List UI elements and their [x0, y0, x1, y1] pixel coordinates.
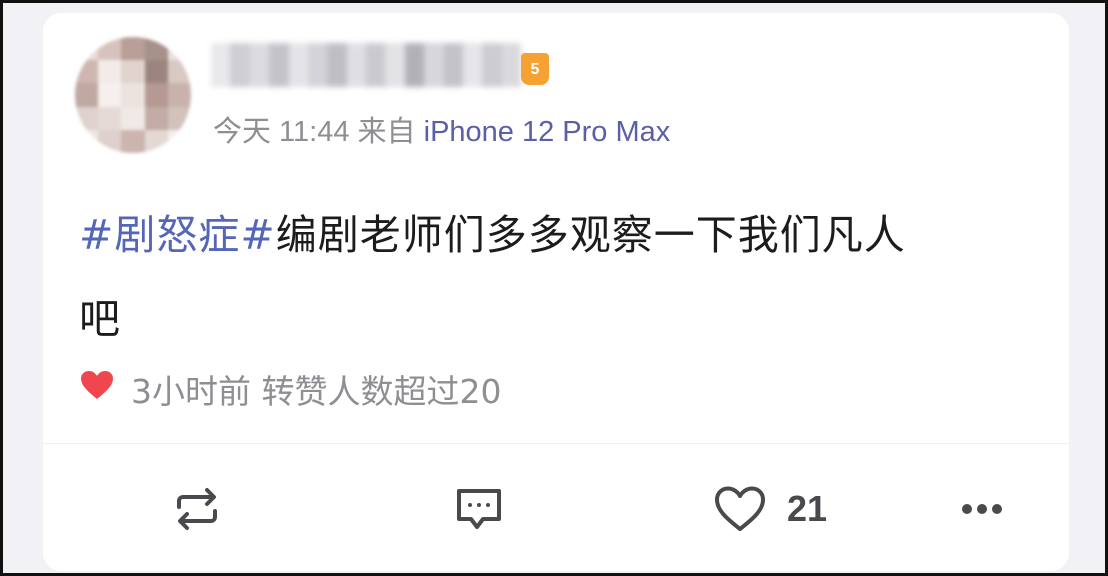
vip-badge: 5 [521, 53, 549, 85]
avatar-pixel [98, 83, 122, 107]
avatar-pixel [144, 83, 168, 107]
name-pixel [366, 43, 386, 87]
avatar-pixel [98, 37, 122, 61]
like-button[interactable]: 21 [713, 481, 827, 537]
name-pixel [269, 43, 289, 87]
author-name-obscured[interactable] [211, 43, 521, 87]
name-pixel [288, 43, 308, 87]
more-button[interactable] [961, 481, 1003, 537]
name-pixel [307, 43, 328, 87]
avatar-pixel [121, 83, 145, 107]
avatar-pixel [121, 60, 145, 84]
source-prefix: 来自 [357, 116, 416, 148]
avatar-pixel [98, 60, 122, 84]
more-icon [961, 503, 1003, 515]
avatar-pixel [98, 129, 122, 153]
name-pixel [501, 43, 521, 87]
repost-button[interactable] [173, 481, 221, 537]
avatar-pixel [75, 83, 99, 107]
avatar-pixel [75, 129, 99, 153]
name-pixel [482, 43, 502, 87]
heart-icon [79, 369, 115, 409]
post-content-line2: 吧 [79, 295, 121, 343]
name-pixel [230, 43, 250, 87]
name-pixel [327, 43, 347, 87]
avatar-pixel [144, 37, 168, 61]
avatar-pixel [167, 83, 191, 107]
name-pixel [462, 43, 483, 87]
avatar-pixel [167, 60, 191, 84]
name-pixel [211, 43, 231, 87]
avatar-pixel [98, 106, 122, 130]
post-card[interactable]: 5 今天 11:44 来自 iPhone 12 Pro Max #剧怒症#编剧老… [43, 13, 1069, 571]
avatar-pixel [75, 37, 99, 61]
post-content-line1: 编剧老师们多多观察一下我们凡人 [275, 211, 906, 259]
avatar[interactable] [75, 37, 191, 153]
avatar-pixel [144, 60, 168, 84]
divider [43, 443, 1069, 444]
hashtag-link[interactable]: #剧怒症# [79, 211, 276, 259]
like-count: 21 [787, 488, 828, 529]
like-icon [713, 485, 767, 533]
avatar-pixel [167, 106, 191, 130]
avatar-pixel [144, 129, 168, 153]
avatar-pixel [75, 106, 99, 130]
post-content: #剧怒症#编剧老师们多多观察一下我们凡人 吧 [79, 193, 1039, 361]
comment-icon [453, 483, 505, 535]
avatar-pixel [121, 129, 145, 153]
action-bar: 21 [43, 471, 1069, 551]
avatar-pixel [121, 37, 145, 61]
avatar-pixel [144, 106, 168, 130]
post-status: 3小时前 转赞人数超过20 [79, 365, 501, 413]
avatar-pixel [121, 106, 145, 130]
screenshot-frame: 5 今天 11:44 来自 iPhone 12 Pro Max #剧怒症#编剧老… [0, 0, 1108, 576]
name-pixel [443, 43, 463, 87]
name-pixel [385, 43, 405, 87]
avatar-pixel [167, 129, 191, 153]
post-time: 今天 11:44 [213, 116, 350, 148]
status-text: 3小时前 转赞人数超过20 [131, 372, 502, 411]
name-pixel [249, 43, 270, 87]
post-device[interactable]: iPhone 12 Pro Max [424, 116, 671, 148]
comment-button[interactable] [453, 481, 505, 537]
post-meta: 今天 11:44 来自 iPhone 12 Pro Max [213, 108, 670, 150]
avatar-pixel [167, 37, 191, 61]
name-pixel [404, 43, 425, 87]
name-pixel [346, 43, 366, 87]
name-pixel [424, 43, 444, 87]
avatar-pixel [75, 60, 99, 84]
repost-icon [173, 485, 221, 533]
